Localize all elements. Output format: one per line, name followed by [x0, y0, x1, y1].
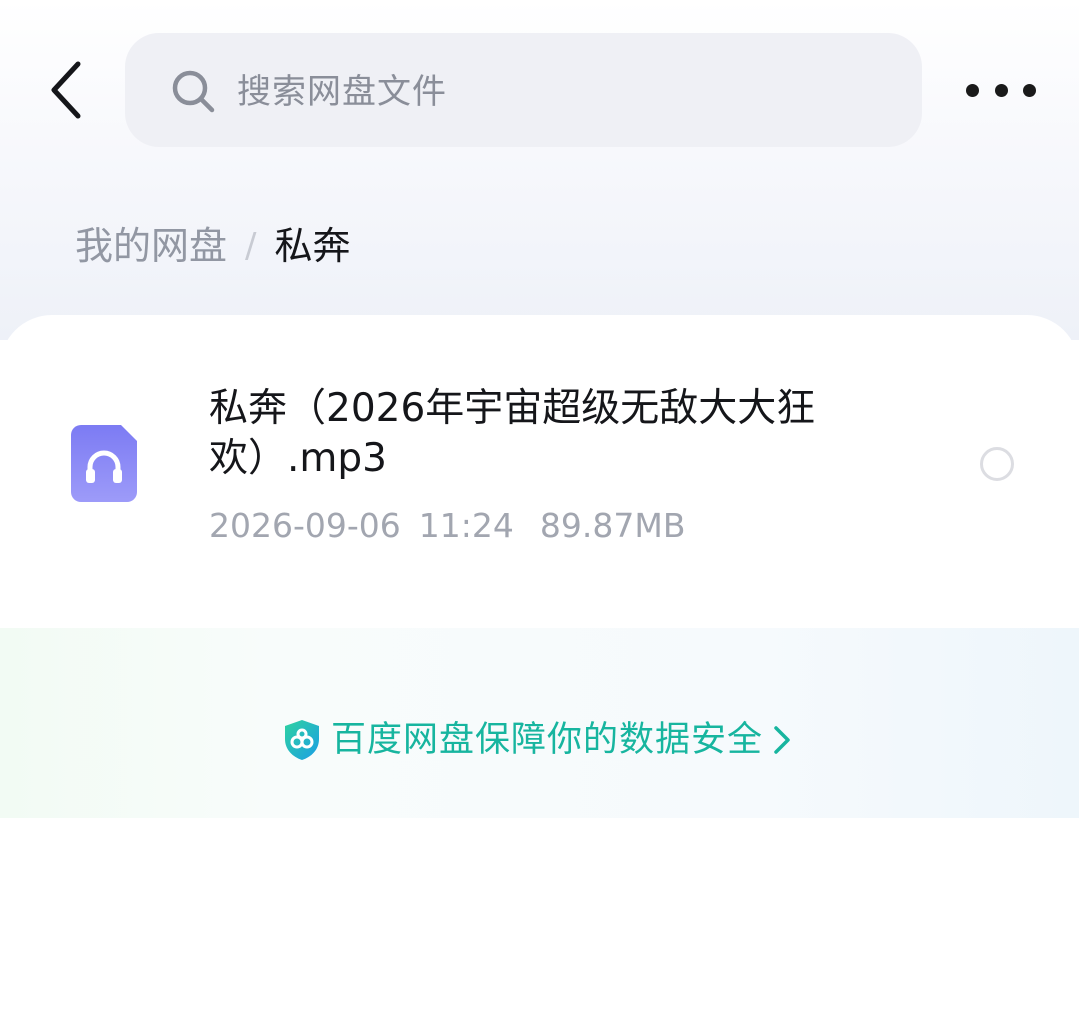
breadcrumb-root[interactable]: 我的网盘: [75, 219, 227, 273]
back-button[interactable]: [40, 58, 92, 122]
back-arrow-icon: [51, 61, 81, 119]
shield-icon: [285, 720, 319, 760]
file-meta: 2026-09-06 11:24 89.87MB: [209, 504, 685, 548]
audio-file-icon: [71, 425, 137, 502]
breadcrumb-separator: /: [245, 226, 257, 266]
file-date: 2026-09-06: [209, 506, 401, 545]
file-name: 私奔（2026年宇宙超级无敌大大狂欢）.mp3: [209, 386, 816, 481]
breadcrumb-current: 私奔: [274, 224, 351, 268]
file-select-radio[interactable]: [980, 447, 1014, 481]
breadcrumb: 我的网盘 / 私奔: [75, 219, 351, 273]
chevron-right-icon: [774, 726, 790, 754]
security-text: 百度网盘保障你的数据安全: [331, 720, 764, 760]
more-icon: [966, 83, 979, 97]
search-icon: [172, 70, 215, 113]
file-time: 11:24: [418, 506, 514, 545]
file-size: 89.87MB: [539, 506, 686, 545]
more-button[interactable]: [966, 70, 1036, 110]
search-placeholder: 搜索网盘文件: [237, 72, 447, 112]
security-link[interactable]: 百度网盘保障你的数据安全: [283, 716, 791, 764]
